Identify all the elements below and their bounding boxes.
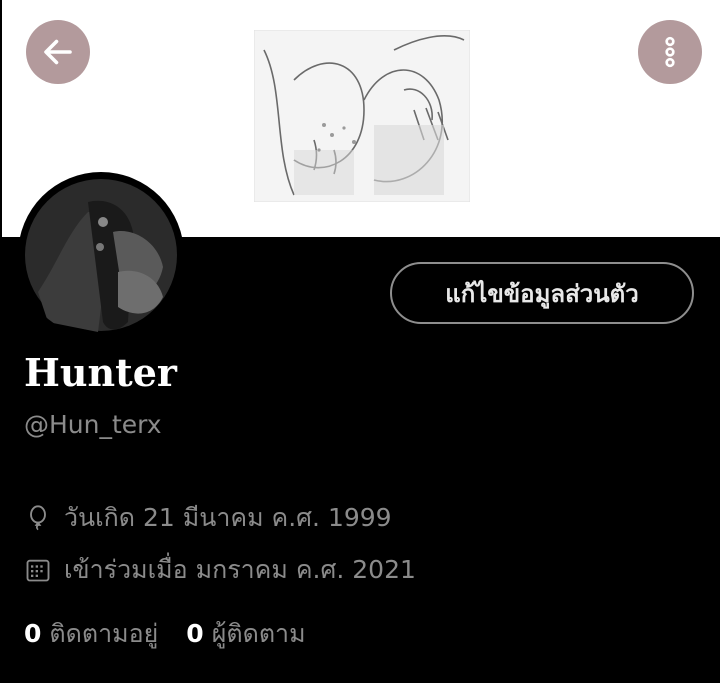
avatar-image: [25, 179, 177, 332]
arrow-left-icon: [44, 39, 72, 65]
more-options-button[interactable]: [638, 20, 702, 84]
balloon-icon: [24, 504, 52, 532]
followers-link[interactable]: 0 ผู้ติดตาม: [186, 614, 305, 654]
following-link[interactable]: 0 ติดตามอยู่: [24, 614, 158, 654]
display-name: Hunter: [24, 350, 177, 395]
followers-label: ผู้ติดตาม: [211, 619, 306, 648]
followers-count: 0: [186, 619, 204, 648]
follow-stats: 0 ติดตามอยู่ 0 ผู้ติดตาม: [24, 614, 334, 654]
following-count: 0: [24, 619, 42, 648]
birthday-text: วันเกิด 21 มีนาคม ค.ศ. 1999: [64, 503, 392, 532]
following-label: ติดตามอยู่: [49, 619, 159, 648]
edit-profile-button[interactable]: แก้ไขข้อมูลส่วนตัว: [390, 262, 694, 324]
calendar-icon: [24, 556, 52, 584]
birthday-row: วันเกิด 21 มีนาคม ค.ศ. 1999: [24, 498, 392, 538]
joined-text: เข้าร่วมเมื่อ มกราคม ค.ศ. 2021: [64, 555, 416, 584]
user-handle: @Hun_terx: [24, 410, 162, 439]
back-button[interactable]: [26, 20, 90, 84]
edit-profile-label: แก้ไขข้อมูลส่วนตัว: [445, 279, 639, 308]
avatar[interactable]: [18, 172, 184, 338]
joined-row: เข้าร่วมเมื่อ มกราคม ค.ศ. 2021: [24, 550, 416, 590]
banner-image: [254, 30, 470, 202]
more-vertical-icon: [665, 36, 675, 68]
